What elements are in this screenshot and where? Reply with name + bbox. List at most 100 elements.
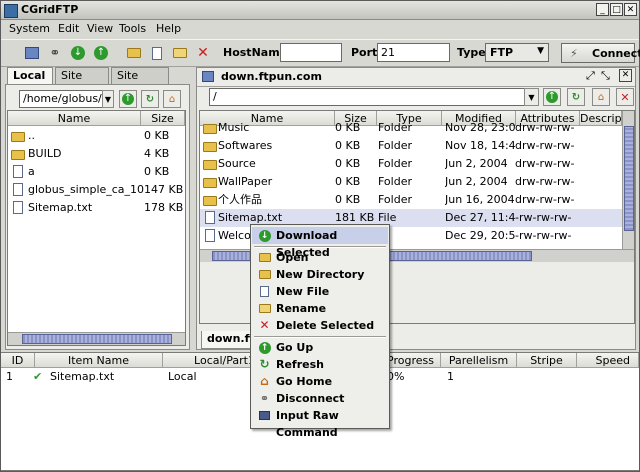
table-row[interactable]: Source 0 KB Folder Jun 2, 2004 drw-rw-rw…: [200, 155, 622, 173]
row-attributes: drw-rw-rw-: [515, 157, 575, 170]
remote-path-dropdown[interactable]: ▼: [524, 88, 539, 106]
local-path-input[interactable]: /home/globus/tr: [19, 90, 113, 108]
new-file-button[interactable]: [147, 43, 167, 63]
folder-open-icon: [258, 253, 271, 262]
menu-item-refresh[interactable]: ↻ Refresh: [252, 356, 388, 373]
row-type: Folder: [378, 193, 412, 206]
close-panel-icon[interactable]: ✕: [619, 69, 632, 82]
menu-item-delete-selected[interactable]: ✕ Delete Selected: [252, 317, 388, 334]
table-row[interactable]: Music 0 KB Folder Nov 28, 23:07 drw-rw-r…: [200, 119, 622, 137]
delete-button[interactable]: ✕: [193, 43, 213, 63]
list-item[interactable]: globus_simple_ca_100... 147 KB: [8, 181, 185, 199]
remote-go-up-button[interactable]: ↑: [543, 88, 561, 106]
menu-separator: [254, 246, 386, 248]
local-horizontal-scrollbar[interactable]: [8, 332, 185, 345]
row-modified: Dec 29, 20:59: [445, 229, 515, 242]
file-icon: [205, 229, 215, 242]
menu-item-input-raw-command[interactable]: Input Raw Command: [252, 407, 388, 439]
maximize-icon[interactable]: □: [610, 3, 623, 16]
remote-vertical-scrollbar[interactable]: [622, 111, 634, 249]
menu-item-disconnect[interactable]: ⚭ Disconnect: [252, 390, 388, 407]
site-manager-button[interactable]: [22, 43, 42, 63]
new-folder-icon: [127, 48, 141, 58]
menu-item-rename[interactable]: Rename: [252, 300, 388, 317]
tab-site-view[interactable]: Site View: [111, 67, 169, 95]
collapse-icon[interactable]: ⤡: [601, 69, 610, 83]
checkmark-icon: ✔: [33, 370, 43, 383]
local-go-up-button[interactable]: ↑: [119, 90, 137, 108]
connect-link-button[interactable]: ⚭: [45, 43, 65, 63]
column-header-speed[interactable]: Speed: [577, 353, 639, 368]
minimize-icon[interactable]: _: [596, 3, 609, 16]
hostname-input[interactable]: [280, 43, 342, 62]
tab-site-list[interactable]: Site List: [55, 67, 109, 95]
menu-item-new-file[interactable]: New File: [252, 283, 388, 300]
menu-item-new-directory[interactable]: New Directory: [252, 266, 388, 283]
scrollbar-thumb[interactable]: [624, 126, 634, 231]
menu-view[interactable]: View: [87, 22, 113, 35]
chevron-down-icon: ▼: [537, 46, 544, 56]
refresh-icon: ↻: [145, 93, 155, 105]
list-item[interactable]: .. 0 KB: [8, 127, 185, 145]
column-header-parallelism[interactable]: Parellelism: [441, 353, 517, 368]
menu-item-go-home[interactable]: ⌂ Go Home: [252, 373, 388, 390]
tab-local[interactable]: Local: [7, 67, 53, 85]
connect-button[interactable]: ⚡ Connect: [561, 43, 640, 63]
menu-edit[interactable]: Edit: [58, 22, 79, 35]
type-select-value: FTP: [490, 46, 514, 59]
menu-item-download-selected[interactable]: ↓ Download Selected: [252, 227, 388, 259]
menu-bar: System Edit View Tools Help: [1, 20, 639, 38]
detach-icon[interactable]: ⤢: [586, 69, 595, 83]
local-file-list: Name Size .. 0 KB BUILD 4 KB a 0 KB glob…: [7, 110, 186, 346]
menu-item-go-up[interactable]: ↑ Go Up: [252, 339, 388, 356]
go-up-icon: ↑: [546, 91, 558, 103]
row-modified: Dec 27, 11:44: [445, 211, 515, 224]
rename-button[interactable]: [170, 43, 190, 63]
upload-icon: ↑: [94, 46, 108, 60]
download-button[interactable]: ↓: [68, 43, 88, 63]
file-name: Sitemap.txt: [28, 201, 93, 214]
row-modified: Nov 18, 14:46: [445, 139, 515, 152]
menu-item-open[interactable]: Open: [252, 249, 388, 266]
column-header-item-name[interactable]: Item Name: [35, 353, 163, 368]
remote-path-input[interactable]: /: [209, 88, 539, 106]
port-input[interactable]: 21: [377, 43, 450, 62]
local-refresh-button[interactable]: ↻: [141, 90, 159, 108]
row-size: 0 KB: [335, 121, 361, 134]
list-item[interactable]: BUILD 4 KB: [8, 145, 185, 163]
column-header-size[interactable]: Size: [141, 111, 185, 126]
remote-refresh-button[interactable]: ↻: [567, 88, 585, 106]
row-size: 0 KB: [335, 139, 361, 152]
table-row[interactable]: 个人作品 0 KB Folder Jun 16, 2004 drw-rw-rw-: [200, 191, 622, 209]
rename-icon: [258, 304, 271, 313]
column-header-stripe[interactable]: Stripe: [517, 353, 577, 368]
table-row[interactable]: WallPaper 0 KB Folder Jun 2, 2004 drw-rw…: [200, 173, 622, 191]
menu-item-label: Disconnect: [276, 392, 345, 405]
rename-icon: [173, 48, 187, 58]
row-size: 0 KB: [335, 157, 361, 170]
new-folder-button[interactable]: [124, 43, 144, 63]
remote-disconnect-button[interactable]: ✕: [616, 88, 634, 106]
menu-tools[interactable]: Tools: [119, 22, 146, 35]
local-path-dropdown[interactable]: ▼: [102, 90, 114, 108]
menu-system[interactable]: System: [9, 22, 50, 35]
row-modified: Nov 28, 23:07: [445, 121, 515, 134]
folder-icon: [203, 142, 217, 152]
table-row[interactable]: Softwares 0 KB Folder Nov 18, 14:46 drw-…: [200, 137, 622, 155]
list-item[interactable]: Sitemap.txt 178 KB: [8, 199, 185, 217]
scrollbar-thumb[interactable]: [22, 334, 172, 344]
row-type: Folder: [378, 157, 412, 170]
upload-button[interactable]: ↑: [91, 43, 111, 63]
column-header-id[interactable]: ID: [1, 353, 35, 368]
remote-home-button[interactable]: ⌂: [592, 88, 610, 106]
close-icon[interactable]: ✕: [624, 3, 637, 16]
local-home-button[interactable]: ⌂: [163, 90, 181, 108]
home-icon: ⌂: [597, 91, 605, 103]
file-icon: [13, 201, 23, 214]
type-select[interactable]: FTP ▼: [485, 43, 549, 62]
list-item[interactable]: a 0 KB: [8, 163, 185, 181]
column-header-name[interactable]: Name: [8, 111, 141, 126]
row-modified: Jun 16, 2004: [445, 193, 515, 206]
menu-help[interactable]: Help: [156, 22, 181, 35]
command-icon: [259, 411, 270, 420]
